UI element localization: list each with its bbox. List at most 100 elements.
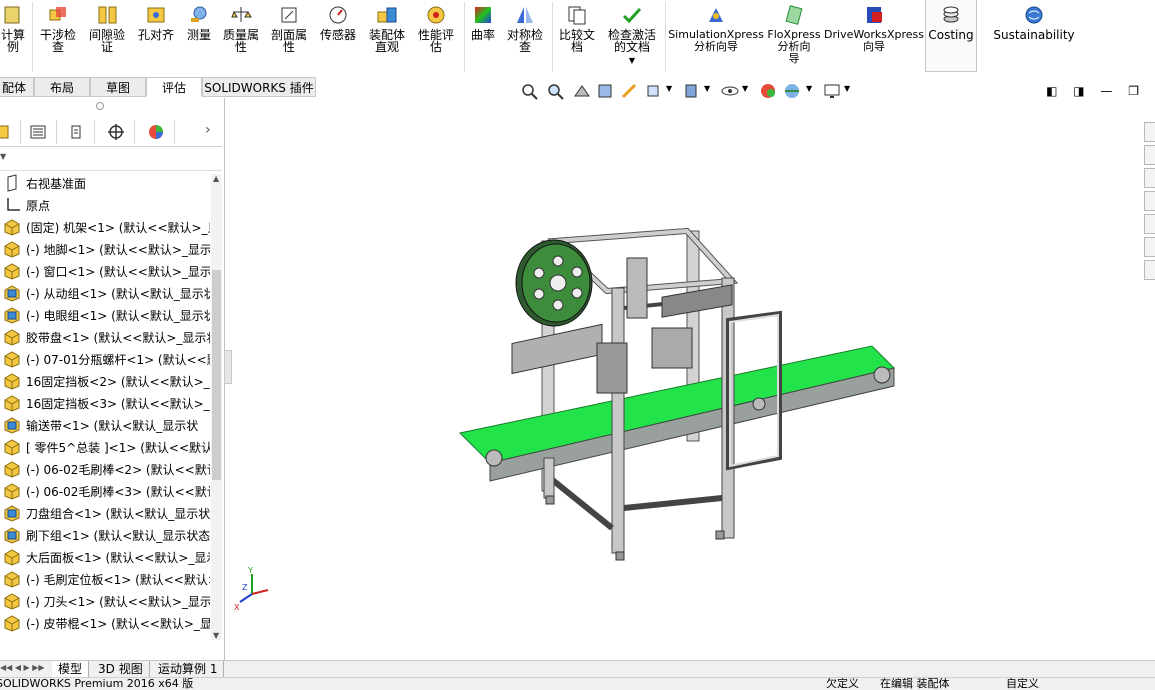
tree-item[interactable]: (-) 皮带棍<1> (默认<<默认>_显 (0, 612, 210, 634)
tile-right-icon[interactable]: ◨ (1073, 84, 1084, 98)
tile-left-icon[interactable]: ◧ (1046, 84, 1057, 98)
tape-reel (515, 239, 593, 327)
assembly-model[interactable] (232, 98, 1155, 660)
mass-properties-button[interactable]: 质量属 性 (218, 4, 264, 72)
tree-item[interactable]: 16固定挡板<2> (默认<<默认>_显 (0, 370, 210, 392)
tree-item-label: 胶带盘<1> (默认<<默认>_显示状 (26, 330, 210, 345)
dropdown-arrow-icon[interactable]: ▼ (806, 84, 812, 93)
clearance-verify-button[interactable]: 间隙验 证 (84, 4, 130, 72)
scrollbar-thumb[interactable] (212, 270, 221, 480)
dropdown-arrow-icon[interactable]: ▼ (704, 84, 710, 93)
tab-sketch[interactable]: 草图 (90, 77, 146, 97)
tree-item[interactable]: 输送带<1> (默认<默认_显示状 (0, 414, 210, 436)
simulation-icon (709, 8, 723, 22)
compare-documents-button[interactable]: 比较文 档 (554, 4, 600, 72)
forum-tab[interactable] (1144, 260, 1155, 280)
tree-item[interactable]: (-) 地脚<1> (默认<<默认>_显示状 (0, 238, 210, 260)
custom-properties-tab[interactable] (1144, 237, 1155, 257)
panel-splitter[interactable] (224, 350, 232, 384)
property-manager-tab[interactable] (20, 120, 57, 144)
tree-item[interactable]: 16固定挡板<3> (默认<<默认>_显 (0, 392, 210, 414)
sustainability-button[interactable]: Sustainability (993, 4, 1075, 72)
tab-solidworks-addins[interactable]: SOLIDWORKS 插件 (202, 77, 316, 97)
assembly-visual-icon (377, 7, 397, 23)
command-manager-ribbon: 计算 例 干涉检 查 间隙验 证 孔对齐 测量 质量属 性 剖面属 性 传感器 … (0, 0, 1155, 77)
tree-item-label: (-) 窗口<1> (默认<<默认>_显示状 (26, 264, 210, 279)
ribbon-separator (464, 2, 465, 72)
tree-item[interactable]: (-) 07-01分瓶螺杆<1> (默认<<默 (0, 348, 210, 370)
performance-evaluation-button[interactable]: 性能评 估 (412, 4, 460, 72)
dropdown-arrow-icon[interactable]: ▼ (742, 84, 748, 93)
dropdown-arrow-icon[interactable]: ▼ (666, 84, 672, 93)
section-properties-button[interactable]: 剖面属 性 (266, 4, 312, 72)
tree-filter-row[interactable]: ▼ (0, 148, 222, 171)
plane-icon (0, 174, 26, 192)
status-units[interactable]: 自定义 (1006, 678, 1039, 690)
file-explorer-tab[interactable] (1144, 168, 1155, 188)
driveworksxpress-button[interactable]: DriveWorksXpress 向导 (824, 4, 924, 72)
tab-model[interactable]: 模型 (52, 661, 90, 677)
tree-scrollbar[interactable]: ▲ ▼ (211, 174, 222, 640)
interference-icon (49, 7, 66, 21)
tab-motion-study[interactable]: 运动算例 1 (152, 661, 225, 677)
appearance-icon (149, 125, 163, 139)
appearances-tab[interactable] (1144, 214, 1155, 234)
interference-check-button[interactable]: 干涉检 查 (36, 4, 80, 72)
tree-item[interactable]: 胶带盘<1> (默认<<默认>_显示状 (0, 326, 210, 348)
graphics-area[interactable]: ▼ ▼ ▼ ▼ ▼ ◧ ◨ — ❐ Y X Z (232, 83, 1155, 660)
assembly-visualization-button[interactable]: 装配体 直观 (364, 4, 410, 72)
panel-grip-icon[interactable] (96, 102, 104, 110)
filter-dropdown-icon[interactable]: ▼ (0, 152, 6, 161)
symmetry-check-button[interactable]: 对称检 查 (502, 4, 548, 72)
tree-item[interactable]: 刷下组<1> (默认<默认_显示状态- (0, 524, 210, 546)
tree-item[interactable]: (-) 电眼组<1> (默认<默认_显示状 (0, 304, 210, 326)
tab-nav-arrows-icon[interactable]: ◀◀ ◀ ▶ ▶▶ (0, 663, 45, 672)
tab-3d-view[interactable]: 3D 视图 (92, 661, 150, 677)
solidworks-resources-tab[interactable] (1144, 122, 1155, 142)
curvature-button[interactable]: 曲率 (466, 4, 500, 72)
part-icon (0, 482, 26, 500)
hole-alignment-button[interactable]: 孔对齐 (134, 4, 178, 72)
tree-item[interactable]: [ 零件5^总装 ]<1> (默认<<默认> (0, 436, 210, 458)
chevron-right-icon[interactable]: › (205, 122, 211, 138)
feature-tree-tab[interactable] (0, 120, 21, 144)
tree-item[interactable]: (-) 毛刷定位板<1> (默认<<默认> (0, 568, 210, 590)
tab-layout[interactable]: 布局 (34, 77, 90, 97)
tree-item-label: (-) 从动组<1> (默认<默认_显示状 (26, 286, 210, 301)
tree-item[interactable]: 右视基准面 (0, 172, 210, 194)
display-manager-tab[interactable] (138, 120, 175, 144)
tree-item-label: 刷下组<1> (默认<默认_显示状态- (26, 528, 210, 543)
tree-item[interactable]: (-) 06-02毛刷棒<3> (默认<<默认 (0, 480, 210, 502)
scroll-up-icon[interactable]: ▲ (213, 174, 219, 183)
sensor-button[interactable]: 传感器 (314, 4, 362, 72)
view-palette-tab[interactable] (1144, 191, 1155, 211)
tree-item[interactable]: (-) 从动组<1> (默认<默认_显示状 (0, 282, 210, 304)
floxpress-button[interactable]: FloXpress 分析向 导 (766, 4, 822, 72)
dropdown-arrow-icon[interactable]: ▼ (629, 55, 635, 67)
tree-item[interactable]: (-) 窗口<1> (默认<<默认>_显示状 (0, 260, 210, 282)
configuration-manager-tab[interactable] (58, 120, 95, 144)
dropdown-arrow-icon[interactable]: ▼ (844, 84, 850, 93)
tree-item[interactable]: 大后面板<1> (默认<<默认>_显示 (0, 546, 210, 568)
status-definition: 欠定义 (826, 677, 859, 690)
simulationxpress-button[interactable]: SimulationXpress 分析向导 (668, 4, 764, 72)
tab-assembly[interactable]: 配体 (0, 77, 34, 97)
design-library-tab[interactable] (1144, 145, 1155, 165)
dimxpert-tab[interactable] (98, 120, 135, 144)
measure-icon (191, 6, 207, 22)
minimize-icon[interactable]: — (1100, 84, 1112, 98)
part-icon (0, 592, 26, 610)
scroll-down-icon[interactable]: ▼ (213, 631, 219, 640)
tree-item[interactable]: (-) 刀头<1> (默认<<默认>_显示状 (0, 590, 210, 612)
costing-button[interactable]: Costing (925, 0, 977, 72)
check-active-document-button[interactable]: 检查激活 的文档 ▼ (602, 4, 662, 72)
measure-button[interactable]: 测量 (182, 4, 216, 72)
tree-item[interactable]: 原点 (0, 194, 210, 216)
tab-evaluate[interactable]: 评估 (146, 77, 202, 97)
tree-item[interactable]: (固定) 机架<1> (默认<<默认>_显 (0, 216, 210, 238)
restore-icon[interactable]: ❐ (1128, 84, 1139, 98)
tree-item[interactable]: 刀盘组合<1> (默认<默认_显示状 (0, 502, 210, 524)
tree-item[interactable]: (-) 06-02毛刷棒<2> (默认<<默认 (0, 458, 210, 480)
triad-x-label: X (234, 603, 240, 612)
calc-button[interactable]: 计算 例 (0, 4, 30, 72)
